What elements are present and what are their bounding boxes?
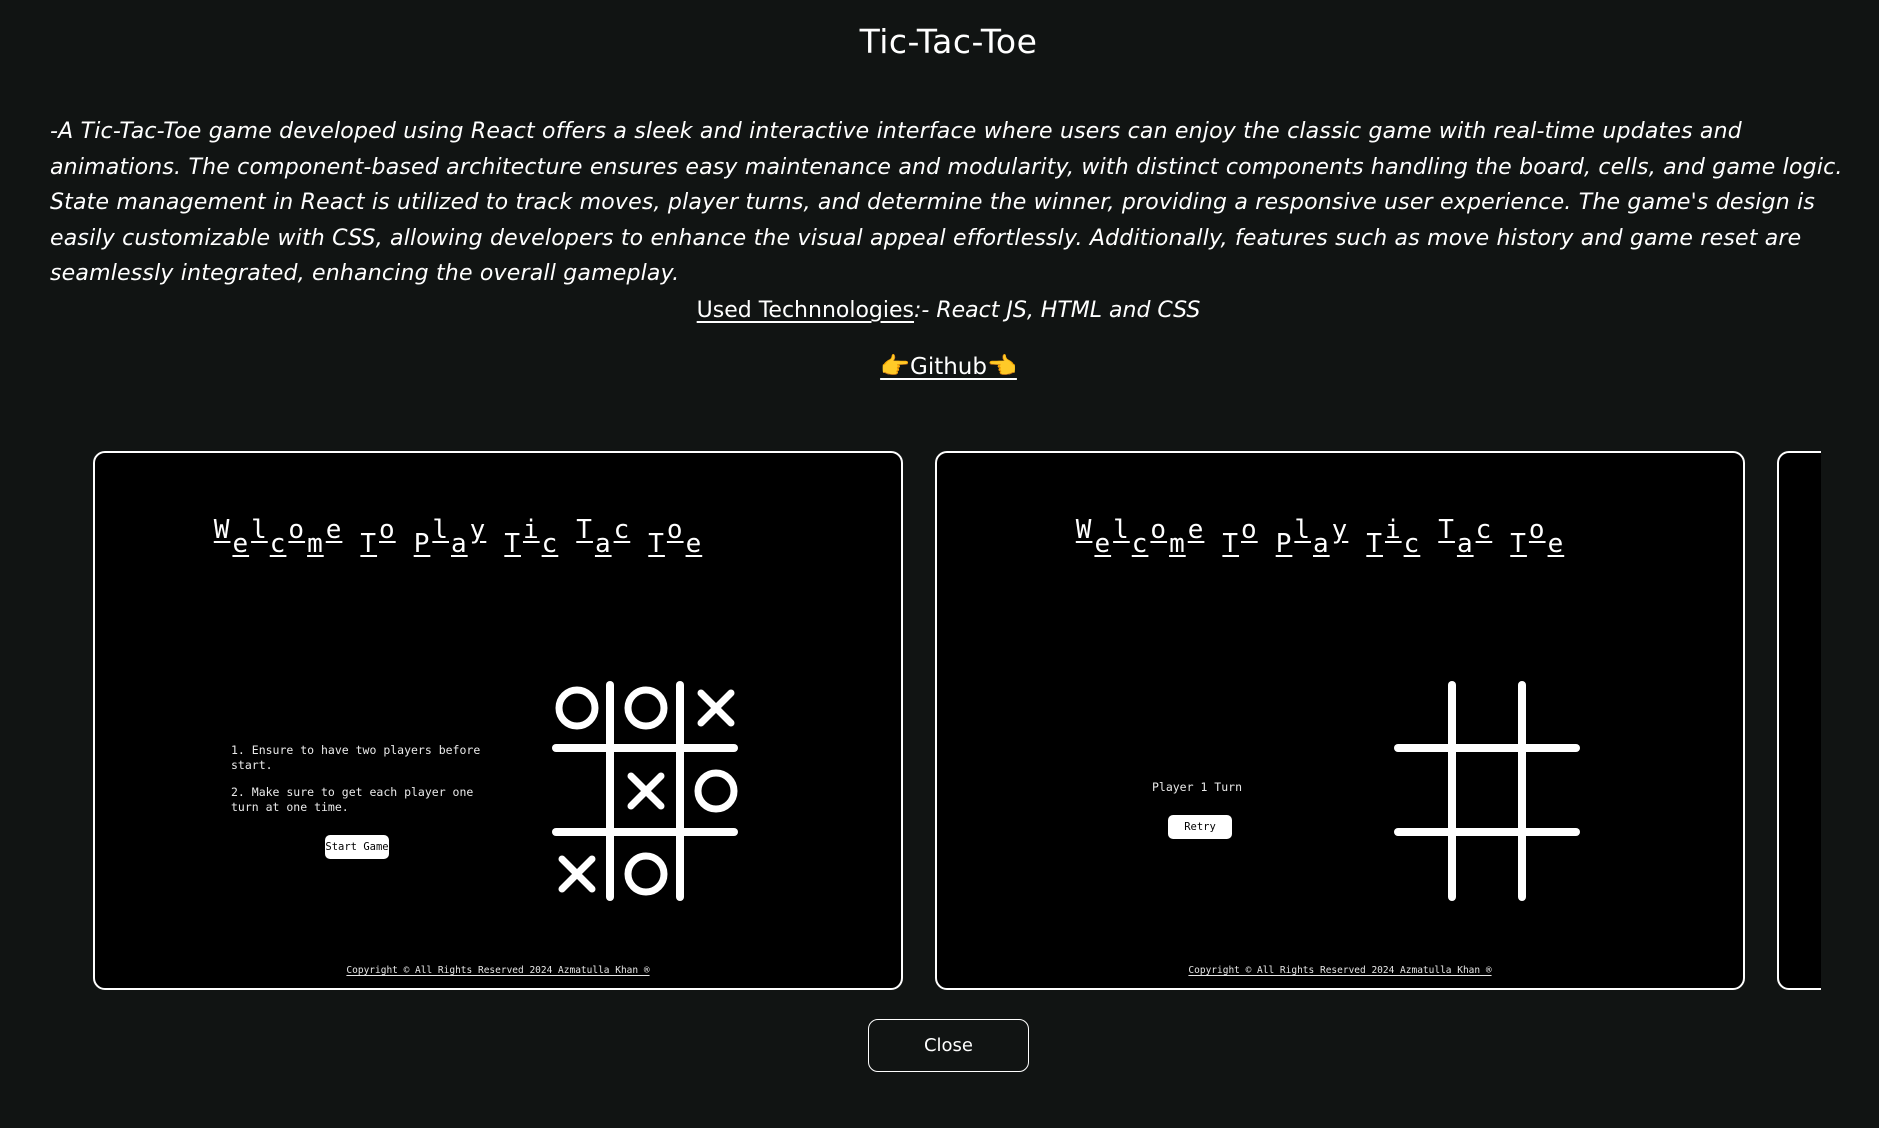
welcome-letter: e [1094, 529, 1112, 559]
welcome-heading: Welcome To Play Tic Tac Toe [95, 515, 901, 559]
copyright-text: Copyright © All Rights Reserved 2024 Azm… [346, 965, 650, 976]
welcome-letter: e [685, 529, 703, 559]
welcome-letter: a [594, 529, 612, 559]
welcome-letter: c [613, 515, 631, 545]
welcome-letter: c [269, 529, 287, 559]
welcome-letter: o [288, 515, 306, 545]
technologies-value: :- React JS, HTML and CSS [914, 298, 1201, 323]
game-rules: 1. Ensure to have two players before sta… [231, 743, 486, 827]
welcome-letter: a [1456, 529, 1474, 559]
welcome-letter: o [666, 515, 684, 545]
welcome-letter: o [1528, 515, 1546, 545]
welcome-letter: l [1113, 515, 1130, 545]
carousel-slide-3 [1777, 451, 1821, 990]
welcome-letter: T [504, 529, 521, 559]
board-cell[interactable] [1392, 844, 1449, 901]
welcome-letter: o [1150, 515, 1168, 545]
github-link-label: Github [910, 354, 987, 380]
welcome-letter: T [1438, 515, 1455, 545]
board-cell[interactable] [550, 761, 607, 821]
welcome-letter: T [1510, 529, 1527, 559]
board-cell[interactable] [1458, 761, 1518, 821]
welcome-letter: l [1294, 515, 1311, 545]
welcome-letter: o [1241, 515, 1258, 545]
close-button[interactable]: Close [868, 1019, 1029, 1072]
project-modal: Tic-Tac-Toe -A Tic-Tac-Toe game develope… [0, 0, 1879, 1128]
welcome-letter: c [1403, 529, 1421, 559]
welcome-letter: i [522, 515, 540, 545]
welcome-letter: T [648, 529, 665, 559]
welcome-letter: e [325, 515, 343, 545]
welcome-letter: l [251, 515, 268, 545]
start-game-button[interactable]: Start Game [325, 835, 389, 859]
copyright-text: Copyright © All Rights Reserved 2024 Azm… [1188, 965, 1492, 976]
welcome-letter: a [1313, 529, 1330, 559]
board-cell[interactable] [1458, 681, 1518, 738]
pointing-right-hand-icon: 👉 [880, 352, 910, 380]
welcome-letter: P [413, 529, 431, 559]
tic-tac-toe-board [1392, 681, 1582, 901]
welcome-letter: W [1075, 515, 1093, 545]
technologies-label: Used Technnologies [696, 298, 914, 323]
welcome-letter: T [1222, 529, 1240, 559]
welcome-letter: T [1366, 529, 1383, 559]
welcome-letter: c [1131, 529, 1149, 559]
board-cell[interactable] [1528, 681, 1582, 738]
board-cell[interactable] [1528, 761, 1582, 821]
tic-tac-toe-board [550, 681, 740, 901]
welcome-letter: W [213, 515, 231, 545]
welcome-letter: y [469, 515, 487, 545]
welcome-letter: T [360, 529, 378, 559]
board-cell[interactable] [1392, 761, 1449, 821]
page-title-text: Tic-Tac-Toe [859, 22, 1038, 61]
welcome-letter: i [1384, 515, 1402, 545]
welcome-letter: l [432, 515, 449, 545]
technologies-line: Used Technnologies:- React JS, HTML and … [0, 298, 1879, 323]
welcome-letter: y [1331, 515, 1349, 545]
board-cell[interactable] [686, 844, 740, 901]
board-cell[interactable] [1528, 844, 1582, 901]
carousel-slide-2: Welcome To Play Tic Tac Toe Player 1 Turn Ret… [935, 451, 1745, 990]
welcome-letter: e [1547, 529, 1565, 559]
welcome-letter: c [1475, 515, 1493, 545]
screenshot-carousel[interactable]: Welcome To Play Tic Tac Toe 1. Ensure to have… [93, 451, 1821, 992]
welcome-heading: Welcome To Play Tic Tac Toe [937, 515, 1743, 559]
welcome-letter: e [1187, 515, 1205, 545]
board-cell[interactable] [1392, 681, 1449, 738]
board-cell[interactable] [1458, 844, 1518, 901]
github-row: 👉Github👈 [0, 352, 1879, 380]
welcome-letter: o [379, 515, 396, 545]
pointing-left-hand-icon: 👈 [987, 352, 1017, 380]
rule-item: 2. Make sure to get each player one turn… [231, 785, 474, 814]
welcome-letter: c [541, 529, 559, 559]
welcome-letter: m [1169, 529, 1186, 559]
rule-item: 1. Ensure to have two players before sta… [231, 743, 481, 772]
welcome-letter: m [307, 529, 324, 559]
turn-indicator: Player 1 Turn [1151, 780, 1242, 794]
retry-button[interactable]: Retry [1168, 815, 1232, 839]
welcome-letter: a [451, 529, 468, 559]
page-title: Tic-Tac-Toe [0, 22, 1879, 61]
project-description: -A Tic-Tac-Toe game developed using Reac… [50, 119, 1843, 286]
github-link[interactable]: 👉Github👈 [880, 352, 1017, 380]
welcome-letter: e [232, 529, 250, 559]
welcome-letter: P [1275, 529, 1293, 559]
welcome-letter: T [576, 515, 593, 545]
carousel-slide-1: Welcome To Play Tic Tac Toe 1. Ensure to have… [93, 451, 903, 990]
